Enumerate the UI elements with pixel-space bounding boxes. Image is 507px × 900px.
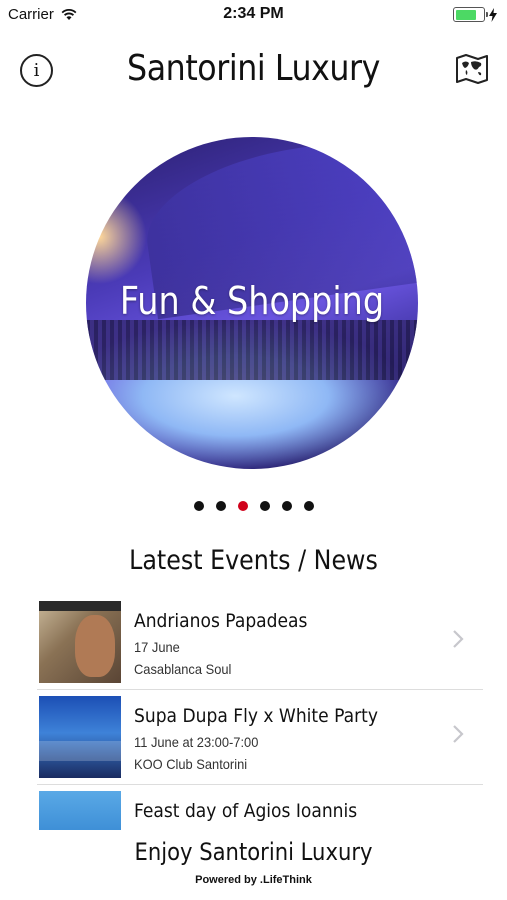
list-item[interactable]: Andrianos Papadeas 17 June Casablanca So… xyxy=(37,595,483,690)
event-venue: KOO Club Santorini xyxy=(134,756,248,772)
thumbnail-stripe xyxy=(39,741,121,761)
page-dot-active[interactable] xyxy=(237,501,248,511)
world-map-icon[interactable] xyxy=(455,54,489,84)
carousel-image[interactable]: Fun & Shopping xyxy=(86,137,418,469)
event-title: Andrianos Papadeas xyxy=(134,610,308,632)
battery-group xyxy=(453,7,497,22)
battery-icon xyxy=(453,7,488,22)
event-title: Feast day of Agios Ioannis xyxy=(134,800,358,822)
list-item[interactable]: Feast day of Agios Ioannis xyxy=(37,785,483,830)
events-list[interactable]: Andrianos Papadeas 17 June Casablanca So… xyxy=(37,595,483,830)
page-indicator[interactable] xyxy=(0,501,507,511)
carousel-label: Fun & Shopping xyxy=(119,279,385,323)
event-date: 17 June xyxy=(134,639,180,655)
page-dot[interactable] xyxy=(193,501,204,511)
page-dot[interactable] xyxy=(281,501,292,511)
event-thumbnail xyxy=(39,601,121,683)
thumbnail-portrait xyxy=(75,615,115,677)
chevron-right-icon xyxy=(453,630,464,648)
footer-credit: Powered by .LifeThink xyxy=(195,874,312,886)
event-title: Supa Dupa Fly x White Party xyxy=(134,705,378,727)
list-item[interactable]: Supa Dupa Fly x White Party 11 June at 2… xyxy=(37,690,483,785)
footer-title: Enjoy Santorini Luxury xyxy=(30,838,477,866)
event-date: 11 June at 23:00-7:00 xyxy=(134,734,259,750)
thumbnail-banner xyxy=(39,601,121,611)
status-bar: Carrier 2:34 PM xyxy=(0,0,507,30)
status-time: 2:34 PM xyxy=(223,5,284,22)
event-thumbnail xyxy=(39,791,121,830)
charging-bolt-icon xyxy=(489,7,497,22)
event-thumbnail xyxy=(39,696,121,778)
chevron-right-icon xyxy=(453,725,464,743)
page-dot[interactable] xyxy=(303,501,314,511)
section-title: Latest Events / News xyxy=(129,545,378,576)
event-venue: Casablanca Soul xyxy=(134,661,232,677)
battery-fill xyxy=(455,9,476,20)
page-title: Santorini Luxury xyxy=(127,48,380,89)
page-dot[interactable] xyxy=(259,501,270,511)
hero-crowd-shape xyxy=(86,319,418,380)
nav-bar: i Santorini Luxury xyxy=(0,30,507,110)
page-dot[interactable] xyxy=(215,501,226,511)
